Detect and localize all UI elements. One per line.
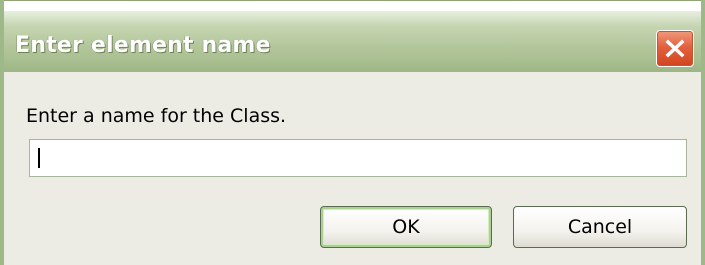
dialog-body: Enter a name for the Class. OK Cancel xyxy=(4,72,701,265)
element-name-input[interactable] xyxy=(29,139,687,177)
dialog-title: Enter element name xyxy=(15,33,271,58)
prompt-label: Enter a name for the Class. xyxy=(26,105,287,127)
close-button[interactable] xyxy=(656,30,694,67)
ok-button[interactable]: OK xyxy=(320,206,492,248)
cancel-button[interactable]: Cancel xyxy=(513,206,687,248)
title-bar[interactable]: Enter element name xyxy=(4,0,701,72)
text-caret xyxy=(38,148,40,168)
title-bar-top-edge xyxy=(4,1,701,11)
close-icon xyxy=(665,39,685,58)
dialog-window: Enter element name Enter a name for the … xyxy=(0,0,705,265)
